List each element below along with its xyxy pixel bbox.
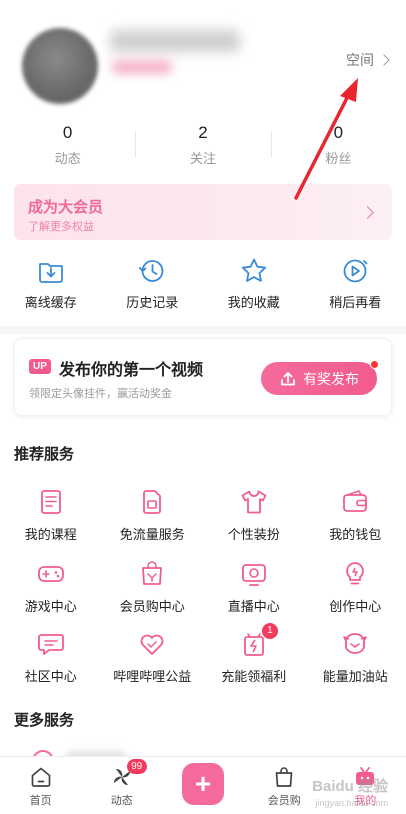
watermark-logo: Baidu 经验 [312,778,388,795]
service-label: 我的课程 [24,527,77,542]
stat-label: 粉丝 [325,151,352,166]
services-row-1: 我的课程 免流量服务 个性装扮 我的钱包 [0,487,406,543]
space-label: 空间 [346,52,374,68]
watermark-url: jingyan.baidu.com [315,798,388,808]
vip-banner-subtitle: 了解更多权益 [28,221,94,233]
service-energy-station[interactable]: 能量加油站 [305,629,406,685]
stats-row: 0 动态 2 关注 0 粉丝 [0,122,406,172]
star-icon [241,258,266,282]
service-community[interactable]: 社区中心 [0,629,102,685]
live-tv-icon [241,564,266,586]
service-energy-rewards[interactable]: 1 充能领福利 [203,623,305,685]
space-link[interactable]: 空间 [346,50,390,70]
service-label: 社区中心 [24,669,77,684]
upload-title: 发布你的第一个视频 [59,362,204,379]
recommended-title: 推荐服务 [14,446,75,463]
username-blurred [110,30,240,52]
publish-fab[interactable]: + [182,763,224,805]
tab-home[interactable]: 首页 [0,757,81,814]
service-wallet[interactable]: 我的钱包 [305,487,406,543]
vip-banner[interactable]: 成为大会员 了解更多权益 [14,184,392,240]
service-theme[interactable]: 个性装扮 [203,487,305,543]
avatar[interactable] [22,28,98,104]
download-icon [38,263,63,283]
wallet-icon [343,490,368,512]
stat-label: 关注 [189,151,216,166]
tab-label: 首页 [29,795,52,807]
quick-label: 离线缓存 [24,295,77,310]
service-free-data[interactable]: 免流量服务 [102,487,204,543]
upload-subtitle: 领限定头像挂件，赢活动奖金 [29,388,172,400]
stat-following[interactable]: 2 关注 [135,122,270,172]
quick-watch-later[interactable]: 稍后再看 [305,256,406,316]
service-my-courses[interactable]: 我的课程 [0,487,102,543]
stat-fans[interactable]: 0 粉丝 [270,122,406,172]
services-row-2: 游戏中心 会员购中心 直播中心 创作中心 [0,559,406,615]
up-tag: UP [29,359,51,374]
quick-history[interactable]: 历史记录 [102,256,204,316]
service-label: 能量加油站 [322,669,388,684]
quick-actions: 离线缓存 历史记录 我的收藏 稍后再看 [0,256,406,316]
quick-label: 稍后再看 [329,295,382,310]
service-label: 我的钱包 [329,527,382,542]
profile-header: 空间 [0,0,406,120]
service-charity[interactable]: 哔哩哔哩公益 [102,629,204,685]
quick-label: 历史记录 [126,295,179,310]
notification-dot [370,360,379,369]
quick-favorites[interactable]: 我的收藏 [203,256,305,316]
stat-number: 0 [62,123,73,142]
quick-label: 我的收藏 [227,295,280,310]
tab-dynamics[interactable]: 99 动态 [81,757,162,814]
stat-label: 动态 [54,151,81,166]
history-icon [139,260,164,282]
service-label: 个性装扮 [227,527,280,542]
tab-label: 动态 [110,795,133,807]
watch-later-icon [343,259,368,283]
more-services-title: 更多服务 [14,712,75,729]
service-label: 哔哩哔哩公益 [113,669,192,684]
chevron-right-icon [378,54,390,66]
heart-icon [140,634,164,655]
shopping-bag-icon [142,561,163,585]
bag-icon [275,767,293,787]
service-label: 免流量服务 [119,527,185,542]
chat-icon [37,634,64,655]
service-label: 会员购中心 [119,599,185,614]
tshirt-icon [241,490,267,514]
vip-banner-title: 成为大会员 [28,199,104,216]
energy-icon [343,633,368,654]
service-game-center[interactable]: 游戏中心 [0,559,102,615]
notification-badge: 99 [126,759,147,774]
service-live-center[interactable]: 直播中心 [203,559,305,615]
stat-posts[interactable]: 0 动态 [0,122,135,172]
home-icon [31,767,50,787]
section-divider [0,326,406,334]
lightbulb-icon [346,562,365,585]
upload-icon [281,371,295,385]
gamepad-icon [37,566,64,582]
tab-publish[interactable]: + [162,757,243,814]
service-vip-mall[interactable]: 会员购中心 [102,559,204,615]
service-label: 直播中心 [227,599,280,614]
course-icon [40,490,61,514]
stat-number: 0 [333,123,344,142]
stat-number: 2 [198,123,208,142]
notification-badge: 1 [261,623,278,639]
quick-offline-cache[interactable]: 离线缓存 [0,256,102,316]
upload-promo-card[interactable]: UP 发布你的第一个视频 领限定头像挂件，赢活动奖金 有奖发布 [14,338,392,416]
vip-status-blurred [112,60,172,74]
service-creator-center[interactable]: 创作中心 [305,559,406,615]
publish-button[interactable]: 有奖发布 [261,360,379,395]
publish-label: 有奖发布 [303,370,359,387]
sim-card-icon [143,490,162,514]
service-label: 游戏中心 [24,599,77,614]
plus-icon: + [194,768,212,799]
chevron-right-icon [361,206,374,219]
service-label: 充能领福利 [221,669,287,684]
service-label: 创作中心 [329,599,382,614]
services-row-3: 社区中心 哔哩哔哩公益 1 充能领福利 能量加油站 [0,623,406,685]
